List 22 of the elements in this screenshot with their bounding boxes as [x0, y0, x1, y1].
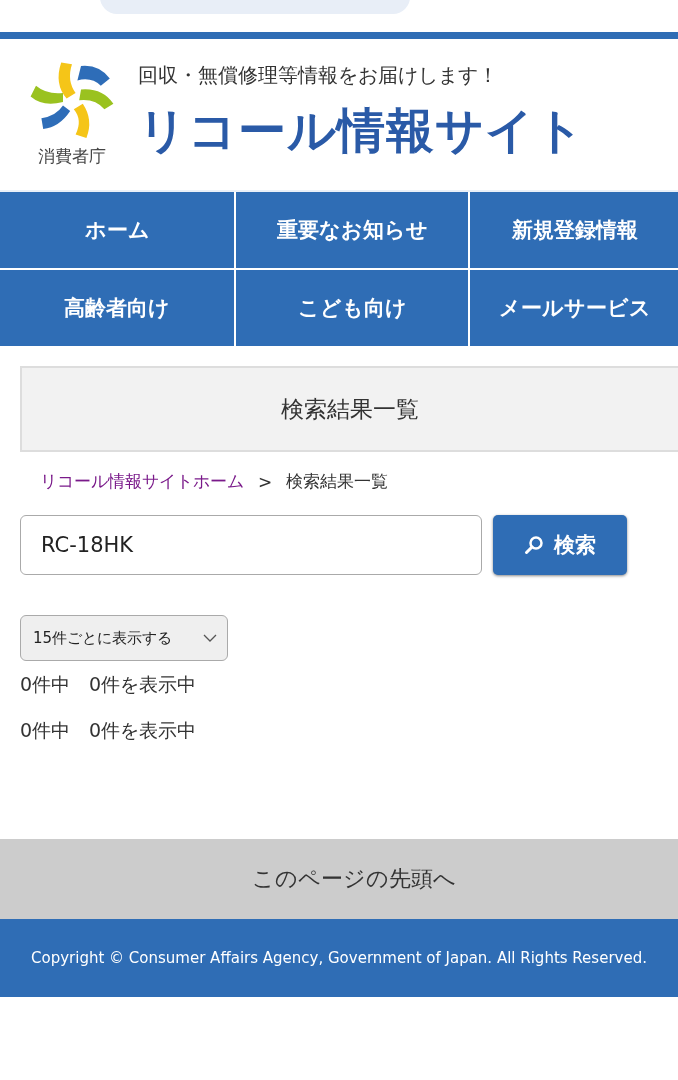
result-count: 0件中 0件を表示中	[20, 673, 198, 695]
per-page-dropdown[interactable]: 15件ごとに表示する	[20, 615, 228, 661]
nav-item[interactable]: ホーム	[0, 192, 234, 268]
result-count: 0件中 0件を表示中	[20, 719, 198, 741]
nav-item[interactable]: 重要なお知らせ	[236, 192, 468, 268]
search-button[interactable]: 検索	[493, 515, 627, 575]
search-icon	[524, 535, 544, 555]
breadcrumb-link[interactable]: リコール情報サイトホーム	[40, 470, 244, 493]
nav-item[interactable]: 高齢者向け	[0, 270, 234, 346]
back-to-top-link[interactable]: このページの先頭へ	[0, 839, 678, 919]
site-title: リコール情報サイト	[138, 101, 585, 160]
logo-text: 消費者庁	[38, 145, 106, 168]
breadcrumb-separator: >	[258, 471, 273, 492]
nav-item[interactable]: メールサービス	[470, 270, 678, 346]
nav-item[interactable]: こども向け	[236, 270, 468, 346]
copyright-footer: Copyright © Consumer Affairs Agency, Government of Japan. All Rights Reserved.	[0, 919, 678, 997]
breadcrumb-current: 検索結果一覧	[286, 470, 389, 493]
search-field[interactable]: RC-18HK	[20, 515, 482, 575]
page-heading: 検索結果一覧	[20, 366, 678, 452]
nav-item[interactable]: 新規登録情報	[470, 192, 678, 268]
tagline: 回収・無償修理等情報をお届けします！	[138, 62, 499, 89]
chevron-down-icon	[203, 634, 217, 642]
